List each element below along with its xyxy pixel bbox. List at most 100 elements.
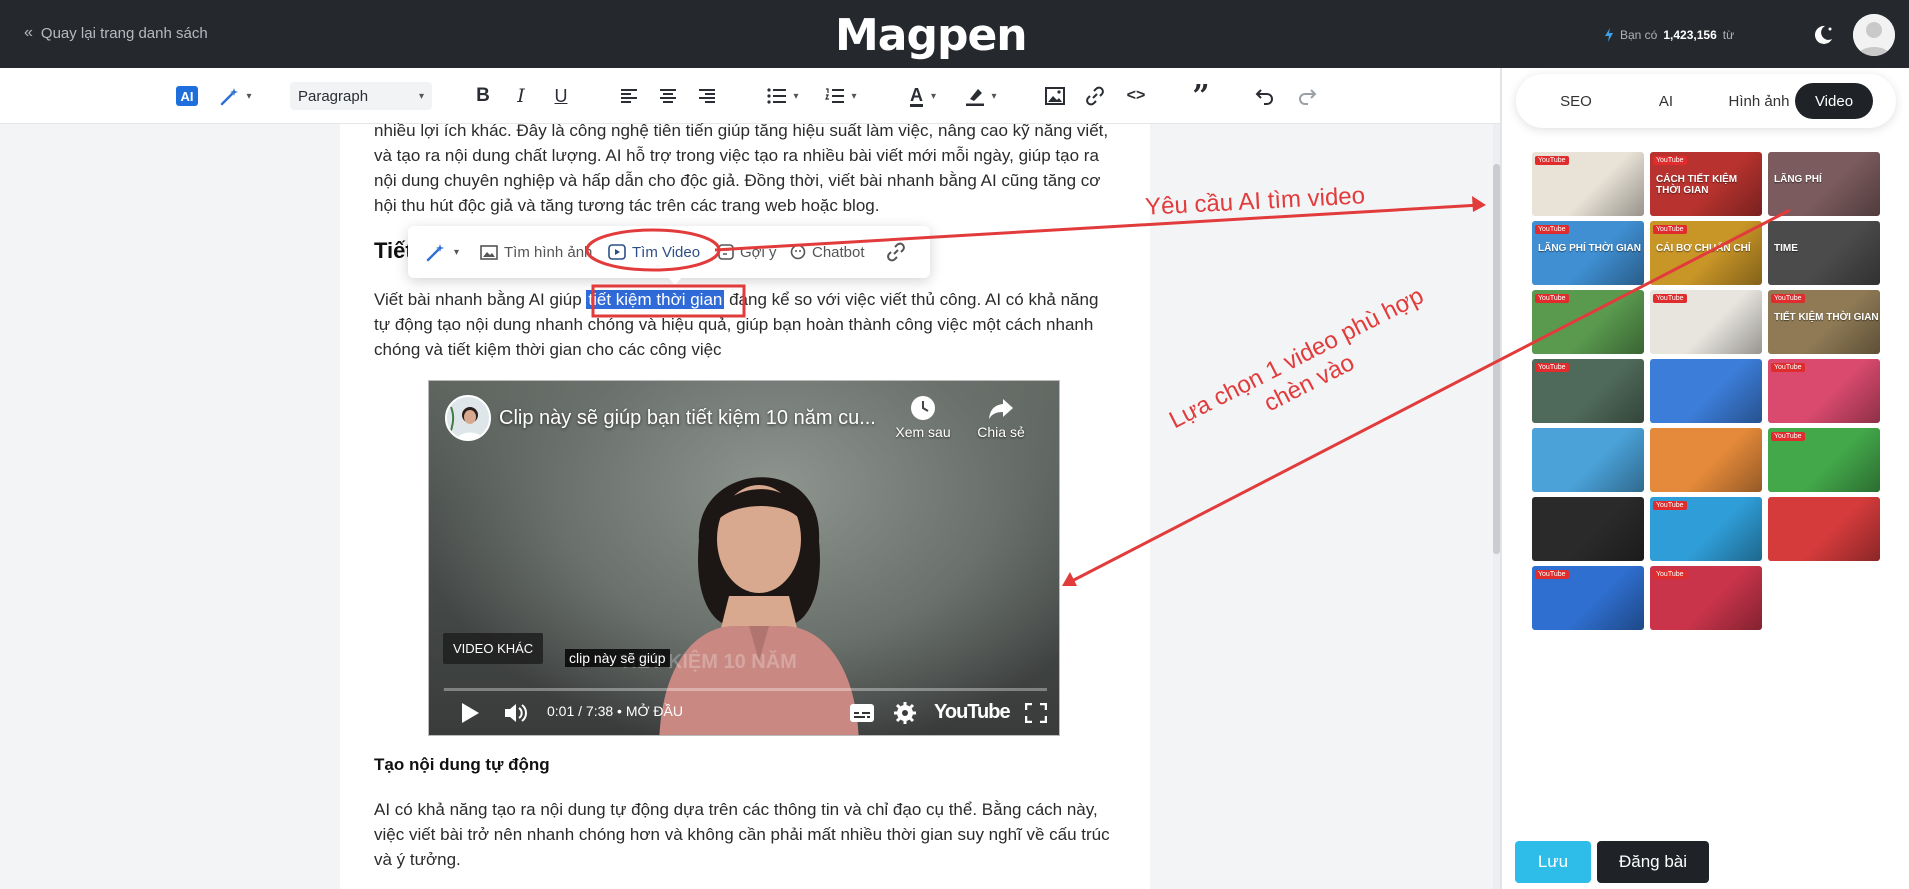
popup-magic-wand-dropdown[interactable]: ▾ bbox=[426, 240, 459, 264]
highlight-dropdown[interactable]: ▾ bbox=[958, 82, 1004, 110]
publish-button[interactable]: Đăng bài bbox=[1597, 841, 1709, 883]
subheading-auto-content[interactable]: Tạo nội dung tự động bbox=[374, 755, 550, 775]
bullet-list-dropdown[interactable]: ▾ bbox=[760, 82, 806, 110]
youtube-logo[interactable]: YouTube bbox=[934, 701, 1011, 724]
dark-mode-toggle-icon[interactable] bbox=[1810, 22, 1836, 48]
align-center-icon bbox=[660, 89, 676, 103]
find-video-label: Tìm Video bbox=[632, 243, 701, 261]
back-to-list-link[interactable]: « Quay lại trang danh sách bbox=[24, 24, 208, 42]
thumbnail-badge: YouTube bbox=[1535, 225, 1569, 234]
thumbnail-caption: TIẾT KIỆM THỜI GIAN bbox=[1774, 312, 1879, 323]
editor-gutter-right bbox=[1150, 124, 1500, 889]
video-thumbnail[interactable] bbox=[1768, 497, 1880, 561]
app-root: « Quay lại trang danh sách Magpen Bạn có… bbox=[0, 0, 1909, 889]
undo-button[interactable] bbox=[1252, 82, 1278, 110]
video-thumbnail[interactable] bbox=[1650, 359, 1762, 423]
youtube-embed[interactable]: Clip này sẽ giúp bạn tiết kiệm 10 năm cu… bbox=[428, 380, 1060, 736]
suggest-button[interactable]: Gợi ý bbox=[718, 240, 777, 264]
text-color-dropdown[interactable]: A ▾ bbox=[900, 82, 946, 110]
video-thumbnail[interactable]: YouTube bbox=[1532, 152, 1644, 216]
paragraph-2[interactable]: Viết bài nhanh bằng AI giúp tiết kiệm th… bbox=[374, 287, 1114, 362]
paragraph-style-select[interactable]: Paragraph ▾ bbox=[290, 82, 432, 110]
video-thumbnail[interactable]: YouTube bbox=[1532, 290, 1644, 354]
top-bar: « Quay lại trang danh sách Magpen Bạn có… bbox=[0, 0, 1909, 68]
insert-image-button[interactable] bbox=[1042, 82, 1068, 110]
underline-button[interactable]: U bbox=[548, 82, 574, 110]
redo-button[interactable] bbox=[1294, 82, 1320, 110]
video-thumbnail[interactable]: YouTube CÁCH TIẾT KIỆM THỜI GIAN bbox=[1650, 152, 1762, 216]
app-logo: Magpen bbox=[835, 10, 1028, 61]
thumbnail-caption: CÁCH TIẾT KIỆM THỜI GIAN bbox=[1656, 174, 1738, 196]
video-title[interactable]: Clip này sẽ giúp bạn tiết kiệm 10 năm cu… bbox=[499, 407, 876, 430]
video-thumbnail[interactable] bbox=[1532, 428, 1644, 492]
editor-toolbar: AI ▾ Paragraph ▾ B I U ▾ ▾ A ▾ ▾ <> ” bbox=[0, 68, 1500, 124]
share-button[interactable]: Chia sẻ bbox=[969, 395, 1033, 440]
popup-link-button[interactable] bbox=[886, 240, 906, 264]
numbered-list-dropdown[interactable]: ▾ bbox=[818, 82, 864, 110]
chevron-down-icon: ▾ bbox=[991, 90, 997, 102]
watch-later-button[interactable]: Xem sau bbox=[891, 395, 955, 440]
video-thumbnail[interactable]: YouTube bbox=[1768, 359, 1880, 423]
align-center-button[interactable] bbox=[655, 82, 681, 110]
magic-wand-dropdown[interactable]: ▾ bbox=[214, 82, 258, 110]
scrollbar-thumb[interactable] bbox=[1493, 164, 1500, 554]
find-video-button[interactable]: Tìm Video bbox=[608, 240, 700, 264]
video-icon bbox=[608, 244, 626, 260]
paragraph-1[interactable]: nhiều lợi ích khác. Đây là công nghệ tiê… bbox=[374, 118, 1114, 218]
magic-wand-icon bbox=[221, 88, 239, 106]
video-thumbnail[interactable] bbox=[1650, 428, 1762, 492]
thumbnail-badge: YouTube bbox=[1653, 294, 1687, 303]
video-thumbnail[interactable]: YouTube LÃNG PHÍ THỜI GIAN bbox=[1532, 221, 1644, 285]
chevron-down-icon: ▾ bbox=[418, 90, 424, 102]
video-thumbnail[interactable]: YouTube TIẾT KIỆM THỜI GIAN bbox=[1768, 290, 1880, 354]
tab-video[interactable]: Video bbox=[1795, 83, 1873, 119]
bold-button[interactable]: B bbox=[470, 82, 496, 110]
align-right-icon bbox=[699, 89, 715, 103]
video-thumbnail[interactable]: YouTube CÁI BƠ CHUẨN CHỈ bbox=[1650, 221, 1762, 285]
video-thumbnail[interactable] bbox=[1532, 497, 1644, 561]
video-thumbnail[interactable]: YouTube bbox=[1650, 290, 1762, 354]
italic-button[interactable]: I bbox=[508, 82, 534, 110]
thumbnail-badge: YouTube bbox=[1653, 501, 1687, 510]
more-videos-button[interactable]: VIDEO KHÁC bbox=[443, 633, 544, 664]
user-avatar[interactable] bbox=[1853, 14, 1895, 56]
suggest-icon bbox=[718, 244, 734, 260]
video-thumbnail[interactable]: YouTube bbox=[1768, 428, 1880, 492]
code-button[interactable]: <> bbox=[1122, 82, 1150, 110]
thumbnail-badge: YouTube bbox=[1535, 570, 1569, 579]
redo-icon bbox=[1299, 89, 1317, 105]
ai-button[interactable]: AI bbox=[176, 86, 198, 106]
tab-images[interactable]: Hình ảnh bbox=[1712, 83, 1806, 119]
quote-button[interactable]: ” bbox=[1188, 79, 1214, 114]
video-thumbnail[interactable]: YouTube bbox=[1650, 497, 1762, 561]
paragraph-3[interactable]: AI có khả năng tạo ra nội dung tự động d… bbox=[374, 797, 1114, 872]
align-right-button[interactable] bbox=[694, 82, 720, 110]
insert-link-button[interactable] bbox=[1082, 82, 1108, 110]
video-thumbnail[interactable]: YouTube bbox=[1532, 359, 1644, 423]
play-icon[interactable] bbox=[459, 701, 481, 725]
subtitles-icon[interactable] bbox=[849, 703, 875, 723]
thumbnail-caption: TIME bbox=[1774, 243, 1798, 254]
settings-gear-icon[interactable] bbox=[893, 701, 917, 725]
chevron-down-icon: ▾ bbox=[454, 246, 460, 258]
channel-avatar[interactable] bbox=[445, 395, 491, 441]
selected-text[interactable]: tiết kiệm thời gian bbox=[586, 290, 725, 309]
fullscreen-icon[interactable] bbox=[1025, 703, 1047, 723]
find-image-button[interactable]: Tìm hình ảnh bbox=[480, 240, 592, 264]
double-chevron-left-icon: « bbox=[24, 24, 33, 41]
thumbnail-badge: YouTube bbox=[1535, 156, 1569, 165]
video-thumbnail[interactable]: YouTube bbox=[1650, 566, 1762, 630]
tab-ai[interactable]: AI bbox=[1640, 83, 1692, 119]
tab-seo[interactable]: SEO bbox=[1540, 83, 1612, 119]
volume-icon[interactable] bbox=[503, 701, 529, 725]
chatbot-button[interactable]: Chatbot bbox=[790, 240, 865, 264]
video-thumbnail[interactable]: LÃNG PHÍ bbox=[1768, 152, 1880, 216]
save-button[interactable]: Lưu bbox=[1515, 841, 1591, 883]
watch-later-label: Xem sau bbox=[895, 424, 951, 440]
video-progress-bar[interactable] bbox=[443, 688, 1047, 691]
video-thumbnail[interactable]: YouTube bbox=[1532, 566, 1644, 630]
section-heading[interactable]: Tiết bbox=[374, 238, 413, 264]
video-thumbnail[interactable]: TIME bbox=[1768, 221, 1880, 285]
align-left-button[interactable] bbox=[616, 82, 642, 110]
editor-scrollbar[interactable] bbox=[1493, 124, 1500, 889]
